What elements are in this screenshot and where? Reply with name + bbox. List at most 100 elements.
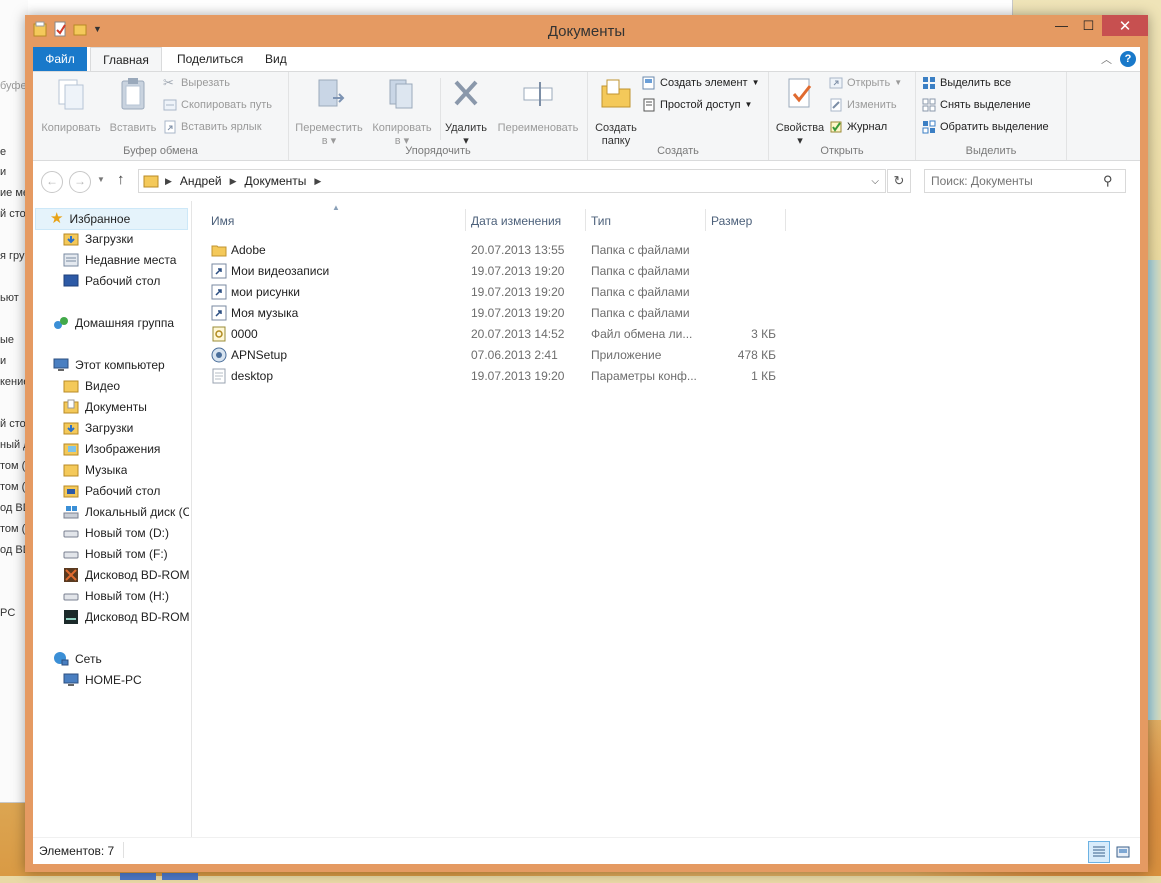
column-header-type[interactable]: Тип xyxy=(591,211,611,231)
documents-folder-icon xyxy=(63,399,79,414)
search-icon[interactable]: ⚲ xyxy=(1103,173,1113,189)
select-none-button[interactable]: Снять выделение xyxy=(922,96,1031,114)
tab-view[interactable]: Вид xyxy=(253,47,299,71)
nav-pc-local-disk-c[interactable]: Локальный диск (С xyxy=(63,502,189,522)
tab-home[interactable]: Главная xyxy=(90,47,162,72)
nav-homegroup[interactable]: Домашняя группа xyxy=(53,313,174,333)
cut-button[interactable]: ✂ Вырезать xyxy=(163,74,230,92)
nav-network[interactable]: Сеть xyxy=(53,649,102,669)
column-separator[interactable] xyxy=(705,209,706,231)
search-box[interactable]: ⚲ xyxy=(924,169,1126,193)
tab-share[interactable]: Поделиться xyxy=(165,47,255,71)
downloads-folder-icon xyxy=(63,233,79,246)
open-button[interactable]: Открыть ▼ xyxy=(829,74,902,92)
background-text: и xyxy=(0,166,7,178)
background-text: и xyxy=(0,355,7,367)
rename-icon xyxy=(523,82,553,106)
properties-icon xyxy=(788,78,812,108)
breadcrumb-andrey[interactable]: Андрей xyxy=(180,174,222,188)
nav-this-pc[interactable]: Этот компьютер xyxy=(53,355,165,375)
copy-path-button[interactable]: Скопировать путь xyxy=(163,96,272,114)
nav-pc-music[interactable]: Музыка xyxy=(63,460,127,480)
new-folder-button[interactable]: Создать папку xyxy=(592,74,640,148)
select-all-button[interactable]: Выделить все xyxy=(922,74,1011,92)
table-row[interactable]: мои рисунки 19.07.2013 19:20 Папка с фай… xyxy=(209,282,809,302)
recent-locations-icon[interactable]: ▼ xyxy=(97,175,105,184)
easy-access-button[interactable]: Простой доступ ▼ xyxy=(642,96,752,114)
move-to-icon xyxy=(318,79,345,107)
address-bar[interactable]: ▶ Андрей ▶ Документы ▶ ⌵ xyxy=(138,169,886,193)
nav-recent-places[interactable]: Недавние места xyxy=(63,250,176,270)
large-icons-view-button[interactable] xyxy=(1112,841,1134,863)
details-view-button[interactable] xyxy=(1088,841,1110,863)
minimize-button[interactable]: — xyxy=(1048,15,1075,36)
breadcrumb-separator[interactable]: ▶ xyxy=(314,176,321,187)
edit-button[interactable]: Изменить xyxy=(829,96,897,114)
up-button[interactable]: ↑ xyxy=(117,171,125,188)
paste-button[interactable]: Вставить xyxy=(105,74,161,135)
background-text: ьют xyxy=(0,292,19,304)
window-client-area: Файл Главная Поделиться Вид ︿ ? Копирова… xyxy=(33,47,1140,864)
nav-pc-volume-f[interactable]: Новый том (F:) xyxy=(63,544,168,564)
bd-rom-icon xyxy=(64,568,78,582)
invert-selection-button[interactable]: Обратить выделение xyxy=(922,118,1049,136)
new-item-button[interactable]: Создать элемент ▼ xyxy=(642,74,759,92)
history-button[interactable]: Журнал xyxy=(829,118,887,136)
column-header-size[interactable]: Размер xyxy=(711,211,752,231)
nav-pc-volume-h[interactable]: Новый том (H:) xyxy=(63,586,169,606)
nav-pc-bd-rom-1[interactable]: Дисковод BD-ROM xyxy=(63,565,190,585)
tab-file[interactable]: Файл xyxy=(33,47,87,71)
column-header-name[interactable]: Имя xyxy=(211,211,234,231)
nav-pc-videos[interactable]: Видео xyxy=(63,376,120,396)
nav-pc-volume-d[interactable]: Новый том (D:) xyxy=(63,523,169,543)
select-none-icon xyxy=(922,98,936,112)
nav-home-pc[interactable]: HOME-PC xyxy=(63,670,142,690)
move-to-button[interactable]: Переместить в ▾ xyxy=(293,74,365,148)
column-header-date[interactable]: Дата изменения xyxy=(471,211,561,231)
paste-shortcut-button[interactable]: Вставить ярлык xyxy=(163,118,262,136)
table-row[interactable]: 0000 20.07.2013 14:52 Файл обмена ли... … xyxy=(209,324,809,344)
table-row[interactable]: desktop 19.07.2013 19:20 Параметры конф.… xyxy=(209,366,809,386)
back-button[interactable]: ← xyxy=(41,171,63,193)
refresh-button[interactable]: ↻ xyxy=(887,169,911,193)
help-icon[interactable]: ? xyxy=(1120,51,1136,67)
nav-pc-documents[interactable]: Документы xyxy=(63,397,147,417)
ribbon-group-label: Создать xyxy=(657,145,699,157)
column-separator[interactable] xyxy=(785,209,786,231)
nav-pc-pictures[interactable]: Изображения xyxy=(63,439,160,459)
column-separator[interactable] xyxy=(465,209,466,231)
rename-button[interactable]: Переименовать xyxy=(493,74,583,135)
nav-pc-bd-rom-2[interactable]: Дисковод BD-ROM xyxy=(63,607,190,627)
nav-favorites[interactable]: ★ Избранное xyxy=(35,208,188,230)
delete-button[interactable]: Удалить ▾ xyxy=(441,74,491,148)
nav-pc-downloads[interactable]: Загрузки xyxy=(63,418,133,438)
forward-button[interactable]: → xyxy=(69,171,91,193)
close-button[interactable]: ✕ xyxy=(1102,15,1148,36)
folder-icon xyxy=(143,175,159,188)
copy-button[interactable]: Копировать xyxy=(37,74,105,135)
copy-to-icon xyxy=(389,79,413,109)
breadcrumb-separator[interactable]: ▶ xyxy=(165,176,172,187)
new-folder-icon xyxy=(601,79,631,108)
column-separator[interactable] xyxy=(585,209,586,231)
navigation-bar: ← → ▼ ↑ ▶ Андрей ▶ Документы ▶ ⌵ ↻ ⚲ xyxy=(33,161,1140,199)
search-input[interactable] xyxy=(925,173,1103,189)
table-row[interactable]: Мои видеозаписи 19.07.2013 19:20 Папка с… xyxy=(209,261,809,281)
large-icons-view-icon xyxy=(1116,846,1130,858)
collapse-ribbon-icon[interactable]: ︿ xyxy=(1101,51,1112,67)
table-row[interactable]: APNSetup 07.06.2013 2:41 Приложение 478 … xyxy=(209,345,809,365)
title-bar[interactable]: ▼ Документы — ☐ ✕ xyxy=(25,15,1148,47)
nav-pc-desktop[interactable]: Рабочий стол xyxy=(63,481,160,501)
delete-icon xyxy=(454,80,478,106)
address-dropdown-icon[interactable]: ⌵ xyxy=(871,176,879,187)
table-row[interactable]: Моя музыка 19.07.2013 19:20 Папка с файл… xyxy=(209,303,809,323)
properties-button[interactable]: Свойства ▾ xyxy=(773,74,827,148)
breadcrumb-documents[interactable]: Документы xyxy=(245,174,307,188)
nav-downloads[interactable]: Загрузки xyxy=(63,229,133,249)
copy-to-button[interactable]: Копировать в ▾ xyxy=(367,74,437,148)
table-row[interactable]: Adobe 20.07.2013 13:55 Папка с файлами xyxy=(209,240,809,260)
breadcrumb-separator[interactable]: ▶ xyxy=(230,176,237,187)
maximize-button[interactable]: ☐ xyxy=(1075,15,1102,36)
background-text: й сто xyxy=(0,418,26,430)
nav-desktop[interactable]: Рабочий стол xyxy=(63,271,160,291)
